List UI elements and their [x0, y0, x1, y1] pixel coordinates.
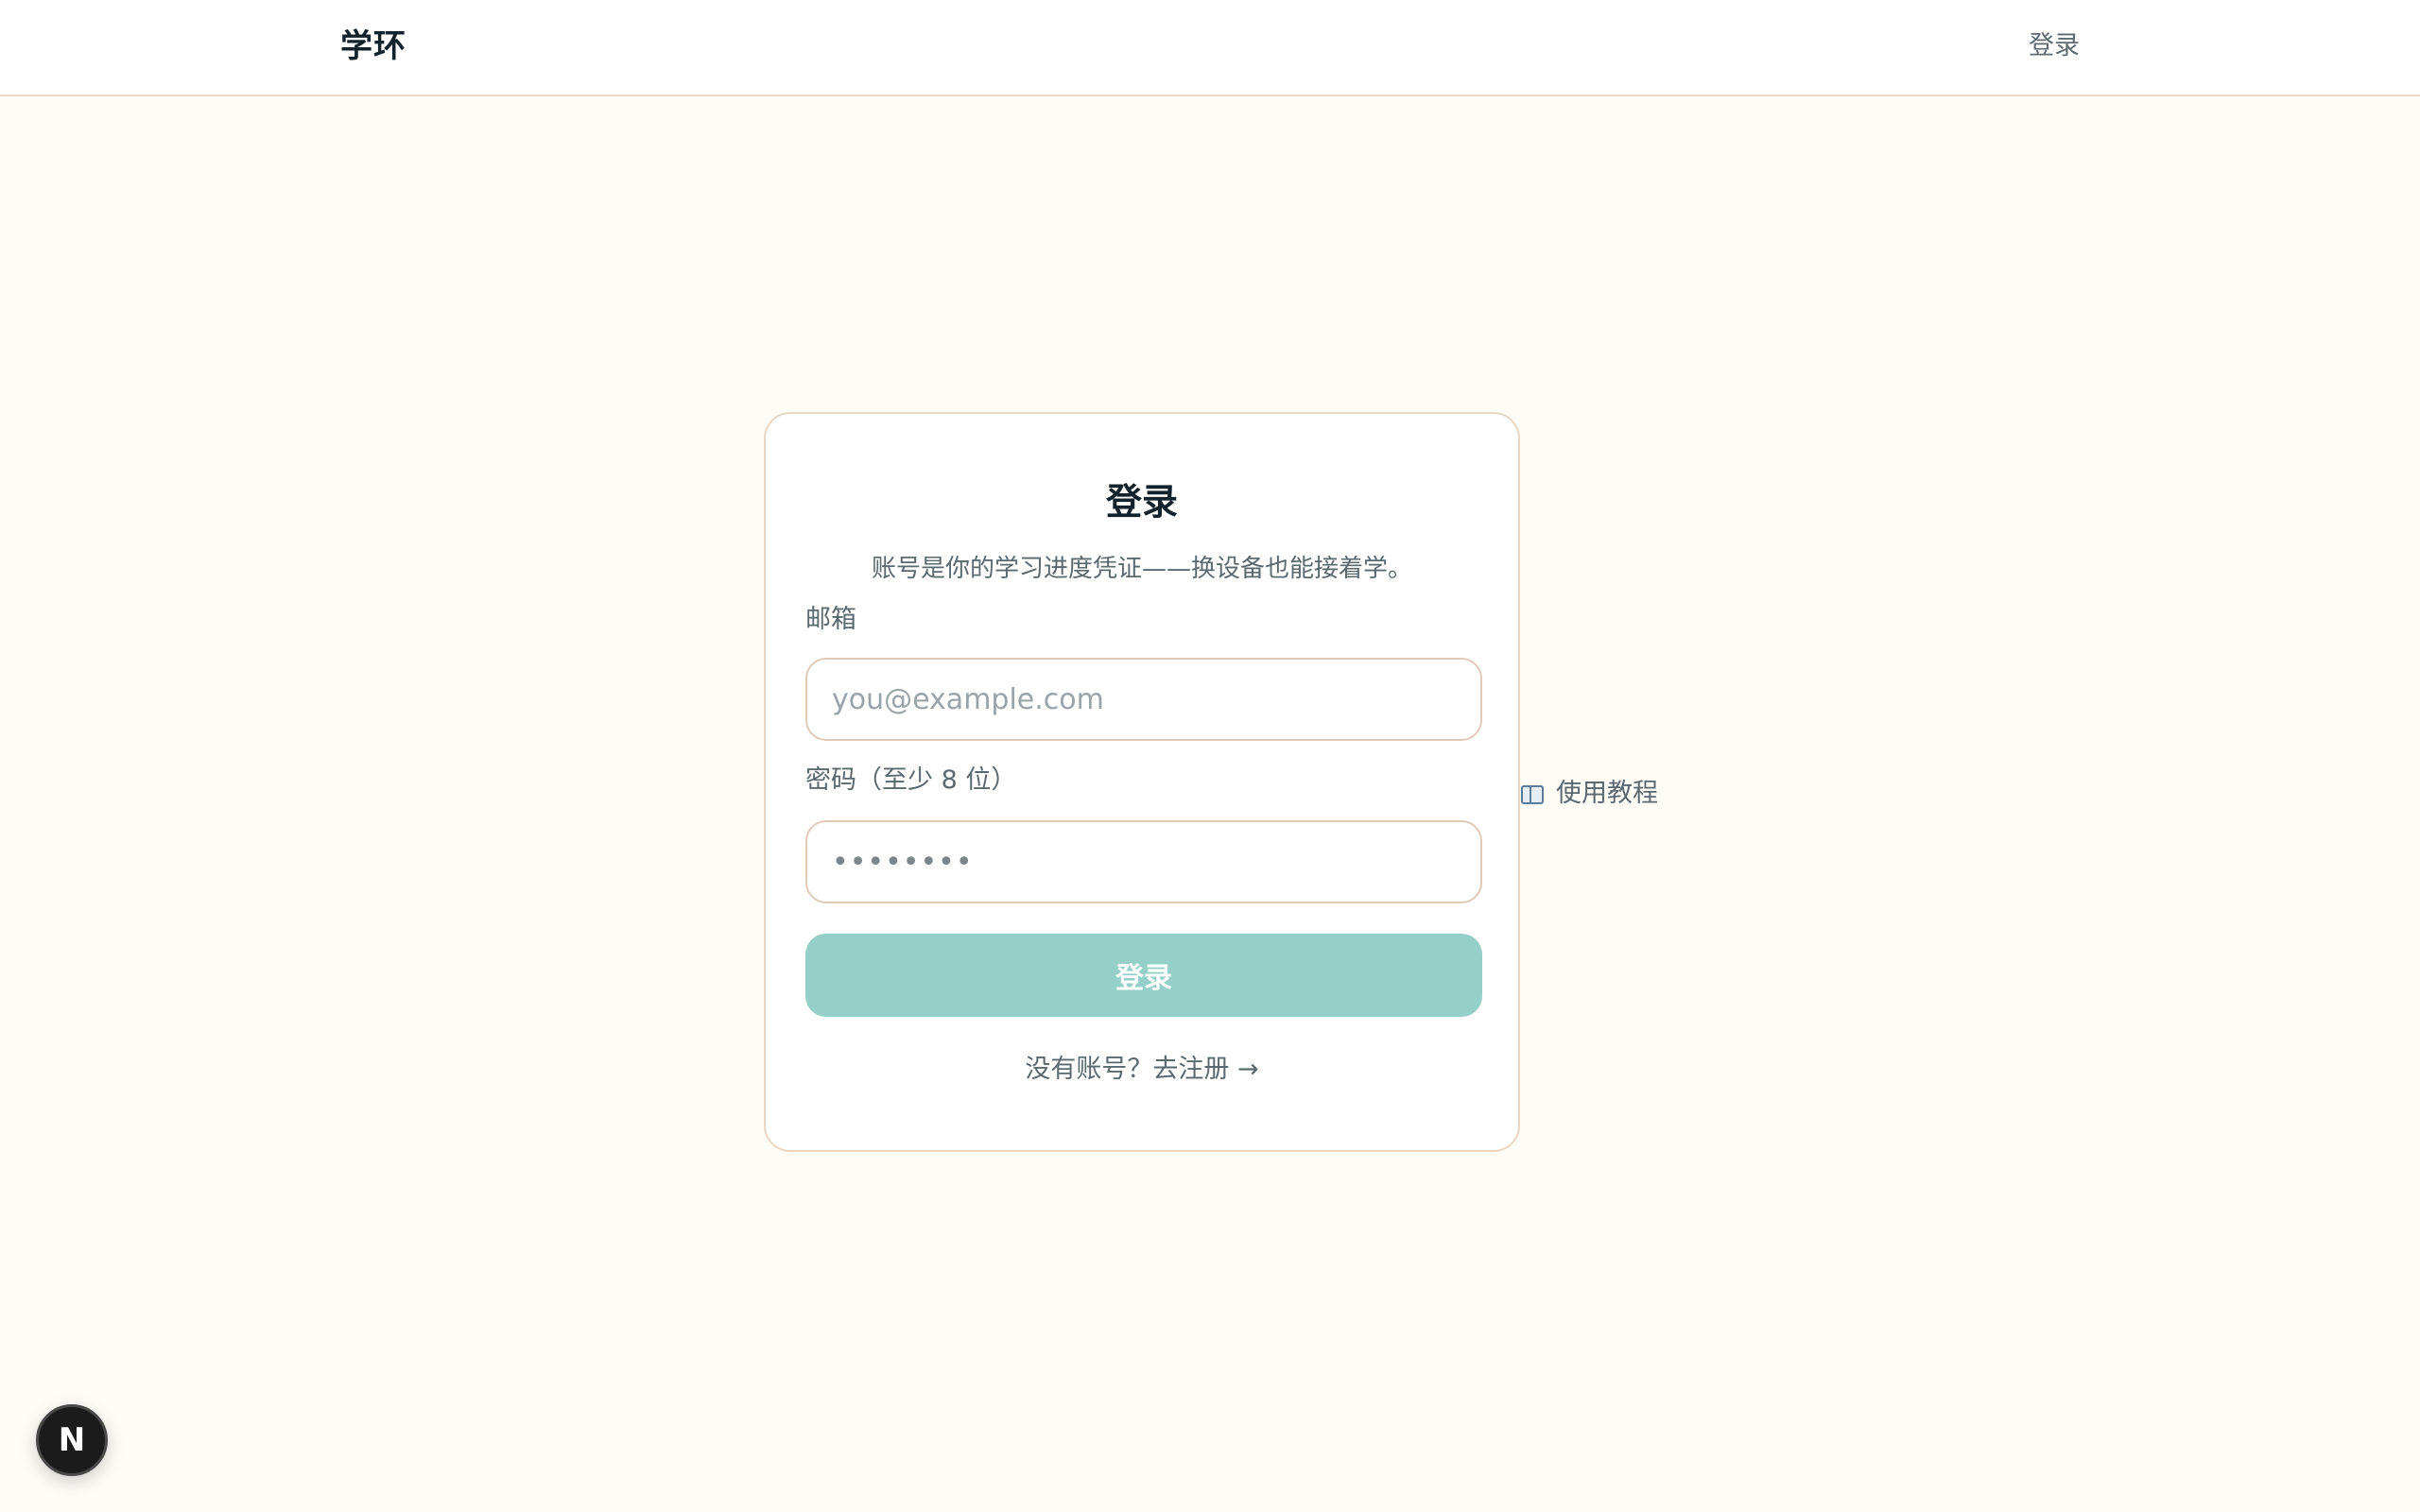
password-field[interactable]	[805, 820, 1482, 903]
email-field[interactable]	[805, 658, 1482, 741]
nav-login-link[interactable]: 登录	[2029, 27, 2080, 65]
page-title: 登录	[1105, 481, 1178, 524]
password-label: 密码（至少 8 位）	[805, 765, 1017, 795]
book-icon	[1520, 783, 1545, 804]
tutorial-link[interactable]: 使用教程	[1520, 775, 1658, 813]
login-submit-button[interactable]: 登录	[805, 934, 1482, 1017]
dev-tools-button[interactable]: N	[36, 1404, 108, 1476]
tutorial-label: 使用教程	[1556, 779, 1658, 808]
email-label: 邮箱	[805, 605, 856, 634]
register-link[interactable]: 没有账号？去注册 →	[766, 1051, 1518, 1089]
login-subtitle: 账号是你的学习进度凭证——换设备也能接着学。	[871, 555, 1412, 583]
brand-logo[interactable]: 学环	[340, 24, 406, 69]
login-card: 登录 账号是你的学习进度凭证——换设备也能接着学。 邮箱 密码（至少 8 位） …	[764, 412, 1520, 1152]
top-navigation-bar: 学环 登录	[0, 0, 2420, 96]
